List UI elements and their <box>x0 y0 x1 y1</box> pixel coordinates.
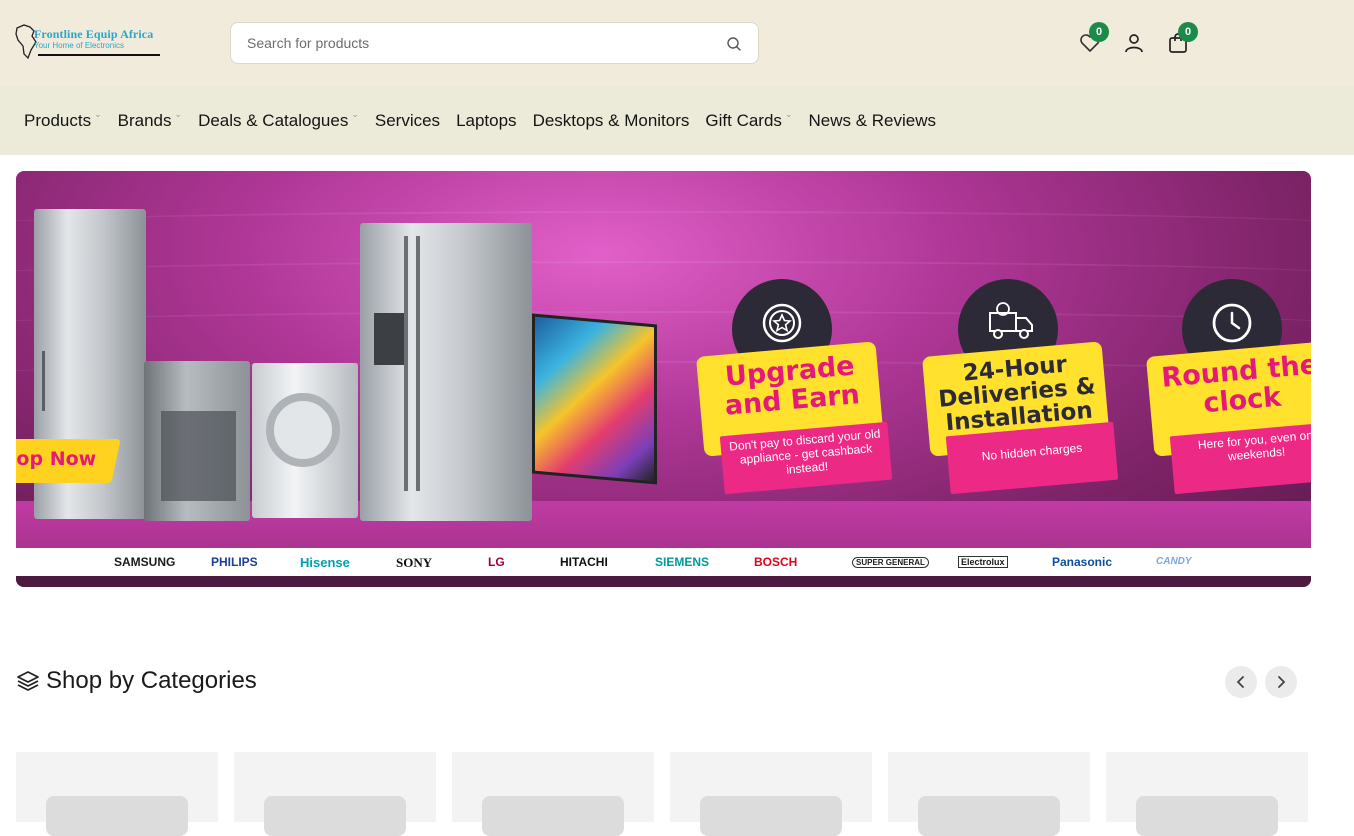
brand-logo-philips: PHILIPS <box>211 555 258 569</box>
brand-logo-bosch: BOSCH <box>754 555 798 569</box>
brand-logo-siemens: SIEMENS <box>655 555 710 569</box>
categories-title: Shop by Categories <box>46 667 257 694</box>
nav-item-brands[interactable]: Brands ⌄ <box>117 109 183 131</box>
oven-door <box>161 411 236 501</box>
category-card-image <box>700 796 842 836</box>
user-icon[interactable] <box>1122 31 1146 55</box>
banner-wave <box>16 261 1311 291</box>
layers-icon <box>17 671 39 691</box>
banner-wave <box>16 311 1311 341</box>
wishlist-count-badge: 0 <box>1089 22 1109 42</box>
tv-image <box>532 313 657 485</box>
nav-item-label: Laptops <box>456 110 517 130</box>
nav-item-label: Desktops & Monitors <box>532 110 690 130</box>
brand-logo-hitachi: HITACHI <box>560 555 608 569</box>
brand-logo-sony: SONY <box>396 555 433 570</box>
category-card-image <box>1136 796 1278 836</box>
star-badge-icon <box>762 303 802 343</box>
nav-item-label: News & Reviews <box>808 110 937 130</box>
search-input[interactable] <box>247 33 707 53</box>
nav-item-label: Products <box>24 110 92 130</box>
shop-now-label: op Now <box>16 448 97 470</box>
main-nav: Products ⌄ Brands ⌄ Deals & Catalogues ⌄ Se… <box>0 86 1354 155</box>
category-card[interactable] <box>16 752 218 836</box>
hero-banner[interactable]: op Now Upgrade and Earn Don't pay to dis… <box>16 171 1311 587</box>
categories-heading: Shop by Categories <box>16 666 257 696</box>
logo-tagline: Your Home of Electronics <box>34 41 124 50</box>
category-card-image <box>46 796 188 836</box>
chevron-down-icon: ⌄ <box>94 109 102 119</box>
category-card[interactable] <box>234 752 436 836</box>
category-card-image <box>264 796 406 836</box>
side-by-side-fridge-image <box>360 223 532 521</box>
washer-door <box>266 393 340 467</box>
promo-24-hour-delivery: 24-Hour Deliveries & Installation No hid… <box>921 279 1119 499</box>
banner-wave <box>16 211 1311 241</box>
chevron-left-icon <box>1236 676 1244 688</box>
nav-item-news-reviews[interactable]: News & Reviews <box>808 111 936 131</box>
site-header: Frontline Equip Africa Your Home of Elec… <box>0 0 1354 86</box>
nav-item-desktops-monitors[interactable]: Desktops & Monitors <box>533 111 690 131</box>
site-logo[interactable]: Frontline Equip Africa Your Home of Elec… <box>14 20 184 64</box>
fridge-handle <box>42 351 45 411</box>
shop-now-button[interactable]: op Now <box>16 439 121 483</box>
delivery-truck-icon <box>989 302 1033 339</box>
category-card[interactable] <box>670 752 872 836</box>
nav-item-label: Gift Cards <box>705 110 782 130</box>
brand-logo-hisense: Hisense <box>300 555 350 570</box>
logo-name: Frontline Equip Africa <box>34 27 154 41</box>
brand-logo-super-general: SUPER GENERAL <box>852 557 929 568</box>
search-bar <box>230 22 759 64</box>
chevron-down-icon: ⌄ <box>174 109 183 119</box>
logo-underline <box>38 54 160 56</box>
promo-round-the-clock: Round the clock Here for you, even on we… <box>1145 279 1311 499</box>
nav-item-laptops[interactable]: Laptops <box>456 111 517 131</box>
chevron-down-icon: ⌄ <box>784 109 793 119</box>
cart-count-badge: 0 <box>1178 22 1198 42</box>
brand-logo-electrolux: Electrolux <box>958 556 1008 568</box>
nav-item-label: Brands <box>117 110 172 130</box>
nav-item-deals-catalogues[interactable]: Deals & Catalogues ⌄ <box>198 109 359 131</box>
fridge-handle <box>416 236 420 491</box>
promo-headline: 24-Hour Deliveries & Installation <box>937 351 1097 437</box>
fridge-handle <box>404 236 408 491</box>
category-card[interactable] <box>1106 752 1308 836</box>
brand-strip: SAMSUNG PHILIPS Hisense SONY LG HITACHI … <box>16 548 1311 576</box>
category-card[interactable] <box>452 752 654 836</box>
brand-logo-samsung: SAMSUNG <box>114 555 176 569</box>
nav-item-label: Services <box>374 110 441 130</box>
chevron-down-icon: ⌄ <box>351 109 359 119</box>
water-dispenser <box>374 313 404 365</box>
category-card-image <box>482 796 624 836</box>
category-card-image <box>918 796 1060 836</box>
nav-item-label: Deals & Catalogues <box>198 110 349 130</box>
brand-logo-lg: LG <box>488 555 505 569</box>
brand-logo-panasonic: Panasonic <box>1052 555 1113 569</box>
banner-bottom-band <box>16 576 1311 587</box>
categories-next-button[interactable] <box>1265 666 1297 698</box>
search-icon[interactable] <box>726 36 742 52</box>
brand-logo-candy: CANDY <box>1156 556 1192 567</box>
clock-icon <box>1212 303 1252 343</box>
nav-item-gift-cards[interactable]: Gift Cards ⌄ <box>705 109 793 131</box>
categories-prev-button[interactable] <box>1225 666 1257 698</box>
nav-item-services[interactable]: Services <box>375 111 440 131</box>
chevron-right-icon <box>1278 676 1286 688</box>
category-card[interactable] <box>888 752 1090 836</box>
promo-upgrade-earn: Upgrade and Earn Don't pay to discard yo… <box>695 279 893 499</box>
nav-item-products[interactable]: Products ⌄ <box>24 109 102 131</box>
